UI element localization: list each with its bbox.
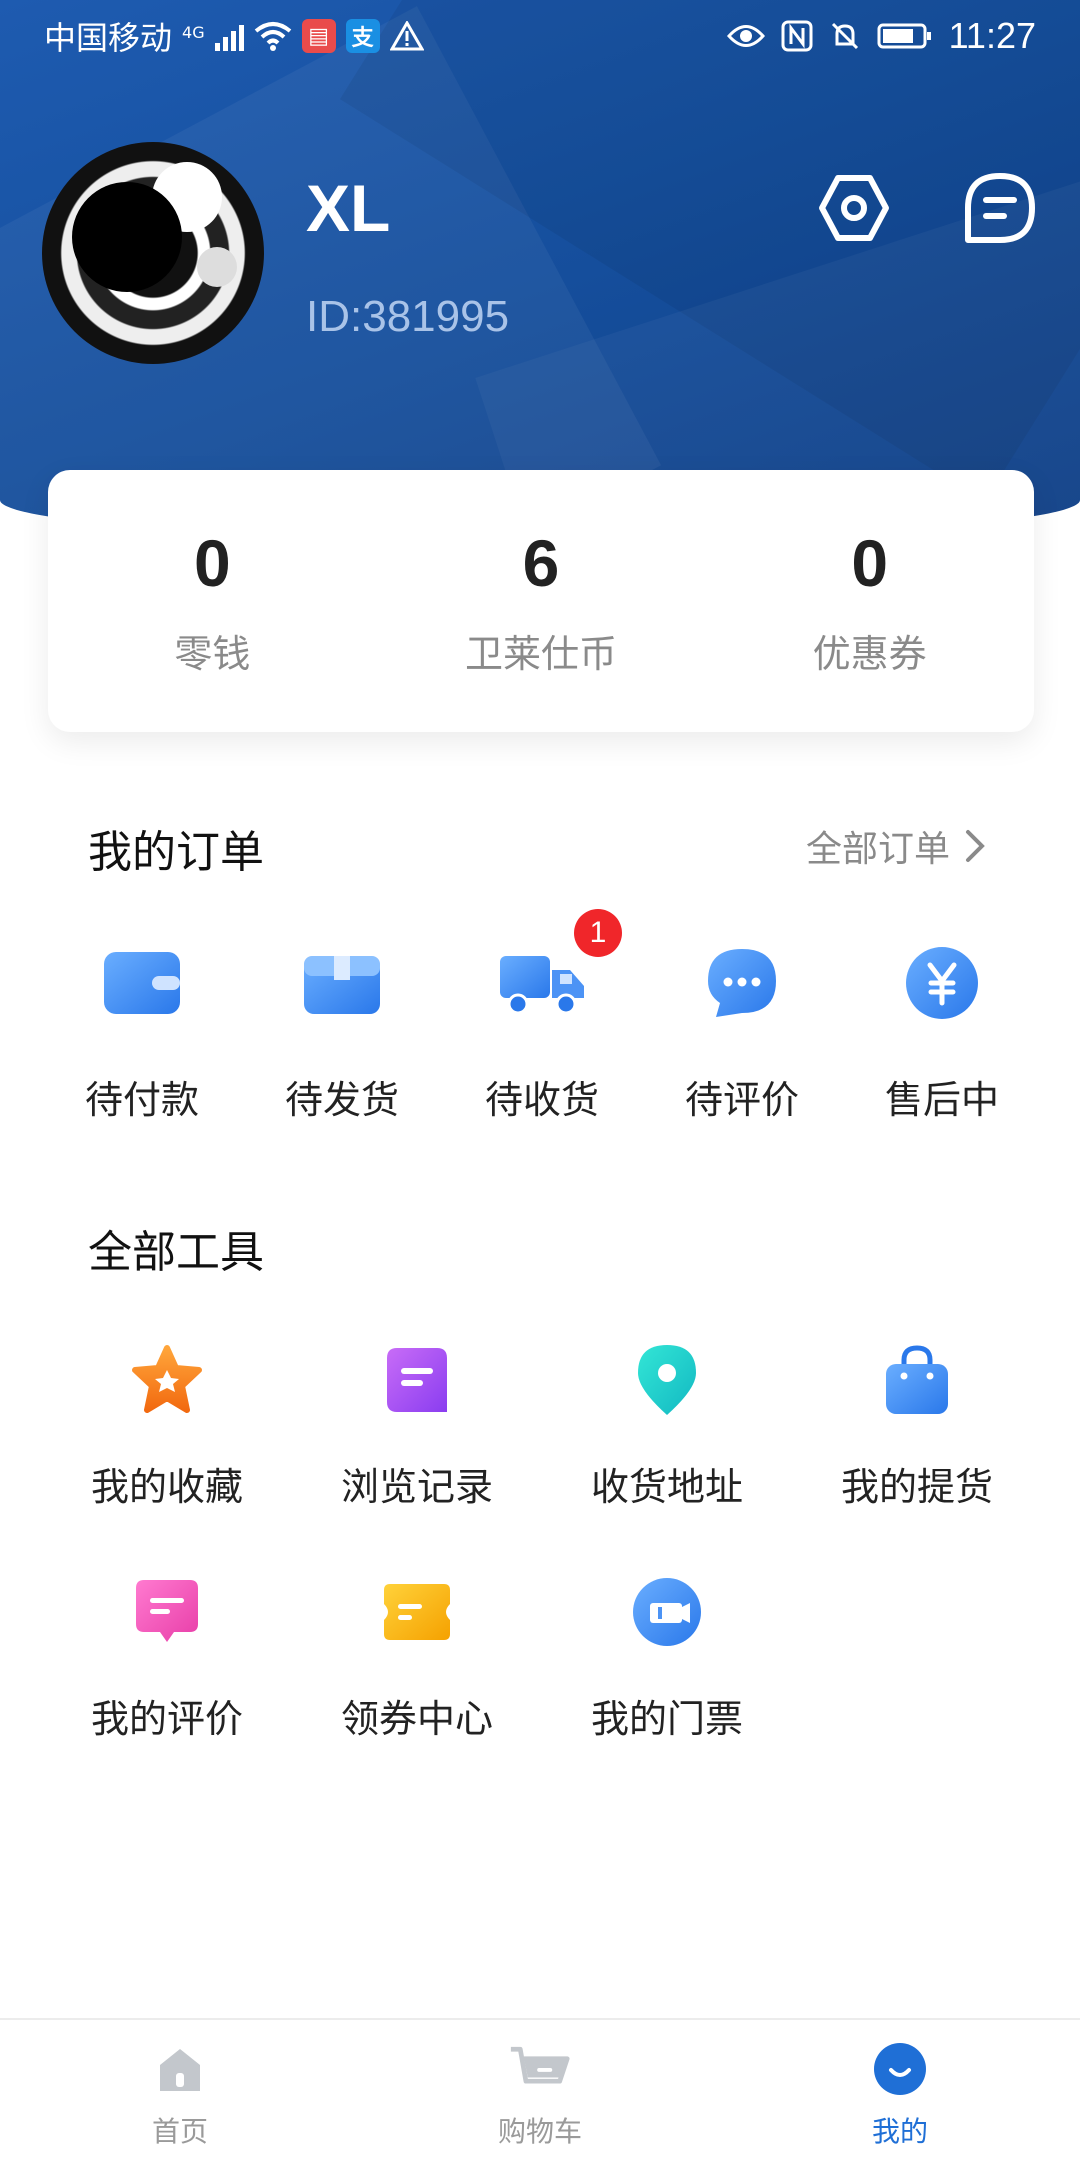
home-icon <box>149 2038 211 2100</box>
bottom-navigation: 首页 购物车 我的 <box>0 2018 1080 2160</box>
tool-label: 我的评价 <box>90 1697 243 1741</box>
chevron-right-icon <box>966 830 985 862</box>
stat-label: 零钱 <box>174 631 251 676</box>
tool-label: 我的收藏 <box>90 1465 243 1509</box>
warning-icon <box>389 21 424 51</box>
all-orders-label: 全部订单 <box>805 829 950 870</box>
clock: 11:27 <box>948 15 1036 56</box>
order-after-sales[interactable]: 售后中 <box>842 935 1042 1124</box>
tools-grid: 我的收藏 浏览记录 收货地址 我的提货 我的评价 领券中心 我的门票 <box>42 1340 1042 1804</box>
signal-icon <box>214 21 244 51</box>
network-type: 4G <box>182 23 205 42</box>
nav-home[interactable]: 首页 <box>0 2020 360 2160</box>
order-label: 待评价 <box>684 1078 799 1122</box>
package-icon <box>294 935 390 1031</box>
stat-coupons[interactable]: 0 优惠券 <box>705 470 1034 732</box>
nfc-icon <box>781 20 813 52</box>
orders-section-title: 我的订单 <box>88 827 264 878</box>
location-pin-icon <box>627 1340 707 1420</box>
order-pending-review[interactable]: 待评价 <box>642 935 842 1124</box>
cart-icon <box>509 2038 571 2100</box>
tool-label: 领券中心 <box>340 1697 493 1741</box>
battery-icon <box>877 22 933 50</box>
tool-my-reviews[interactable]: 我的评价 <box>42 1572 292 1804</box>
user-id: ID:381995 <box>306 292 510 341</box>
review-icon <box>127 1572 207 1652</box>
nav-profile[interactable]: 我的 <box>720 2020 1080 2160</box>
notification-badge: 1 <box>574 909 622 957</box>
all-orders-link[interactable]: 全部订单 <box>806 820 986 872</box>
tool-coupon-center[interactable]: 领券中心 <box>292 1572 542 1804</box>
alipay-icon: 支 <box>345 19 380 53</box>
nav-label: 首页 <box>151 2115 208 2148</box>
ticket-icon <box>627 1572 707 1652</box>
stat-label: 卫莱仕币 <box>465 631 618 676</box>
tool-address[interactable]: 收货地址 <box>542 1340 792 1572</box>
carrier-name: 中国移动 <box>44 19 173 57</box>
stat-value: 6 <box>522 525 560 600</box>
status-bar: 中国移动 4G ▤ 支 11:27 <box>0 0 1080 72</box>
tool-label: 我的门票 <box>590 1697 743 1741</box>
order-pending-shipment[interactable]: 待发货 <box>242 935 442 1124</box>
wifi-icon <box>254 21 292 51</box>
order-label: 售后中 <box>884 1078 999 1122</box>
nav-cart[interactable]: 购物车 <box>360 2020 720 2160</box>
star-icon <box>127 1340 207 1420</box>
username: XL <box>306 171 391 245</box>
tool-favorites[interactable]: 我的收藏 <box>42 1340 292 1572</box>
avatar[interactable] <box>42 142 264 364</box>
stat-value: 0 <box>851 525 889 600</box>
order-status-row: 待付款 待发货 1 待收货 待评价 售后中 <box>42 909 1042 1124</box>
order-pending-payment[interactable]: 待付款 <box>42 935 242 1124</box>
wallet-icon <box>94 935 190 1031</box>
order-pending-receipt[interactable]: 1 待收货 <box>442 909 642 1124</box>
messages-button[interactable] <box>962 170 1038 246</box>
order-label: 待发货 <box>284 1078 399 1122</box>
tools-section-title: 全部工具 <box>88 1227 264 1278</box>
stat-coins[interactable]: 6 卫莱仕币 <box>377 470 706 732</box>
yuan-coin-icon <box>894 935 990 1031</box>
order-label: 待收货 <box>484 1078 599 1122</box>
profile-icon <box>869 2038 931 2100</box>
history-icon <box>377 1340 457 1420</box>
coupon-icon <box>377 1572 457 1652</box>
nav-label: 我的 <box>871 2115 928 2148</box>
chat-bubble-icon <box>694 935 790 1031</box>
tool-label: 我的提货 <box>840 1465 993 1509</box>
stat-label: 优惠券 <box>812 631 927 676</box>
stat-balance[interactable]: 0 零钱 <box>48 470 377 732</box>
tool-label: 收货地址 <box>590 1465 743 1509</box>
stat-value: 0 <box>193 525 231 600</box>
settings-button[interactable] <box>816 170 892 246</box>
tool-pickup[interactable]: 我的提货 <box>792 1340 1042 1572</box>
wallet-stats-card: 0 零钱 6 卫莱仕币 0 优惠券 <box>48 470 1034 732</box>
shopping-bag-icon <box>877 1340 957 1420</box>
book-app-icon: ▤ <box>301 19 336 53</box>
message-icon <box>965 173 1035 243</box>
tool-label: 浏览记录 <box>340 1465 493 1509</box>
mute-bell-icon <box>829 20 861 52</box>
truck-icon <box>494 935 590 1031</box>
eye-icon <box>726 23 765 49</box>
tool-history[interactable]: 浏览记录 <box>292 1340 542 1572</box>
settings-hexagon-icon <box>819 175 889 241</box>
order-label: 待付款 <box>84 1078 199 1122</box>
nav-label: 购物车 <box>497 2115 582 2148</box>
tool-tickets[interactable]: 我的门票 <box>542 1572 792 1804</box>
